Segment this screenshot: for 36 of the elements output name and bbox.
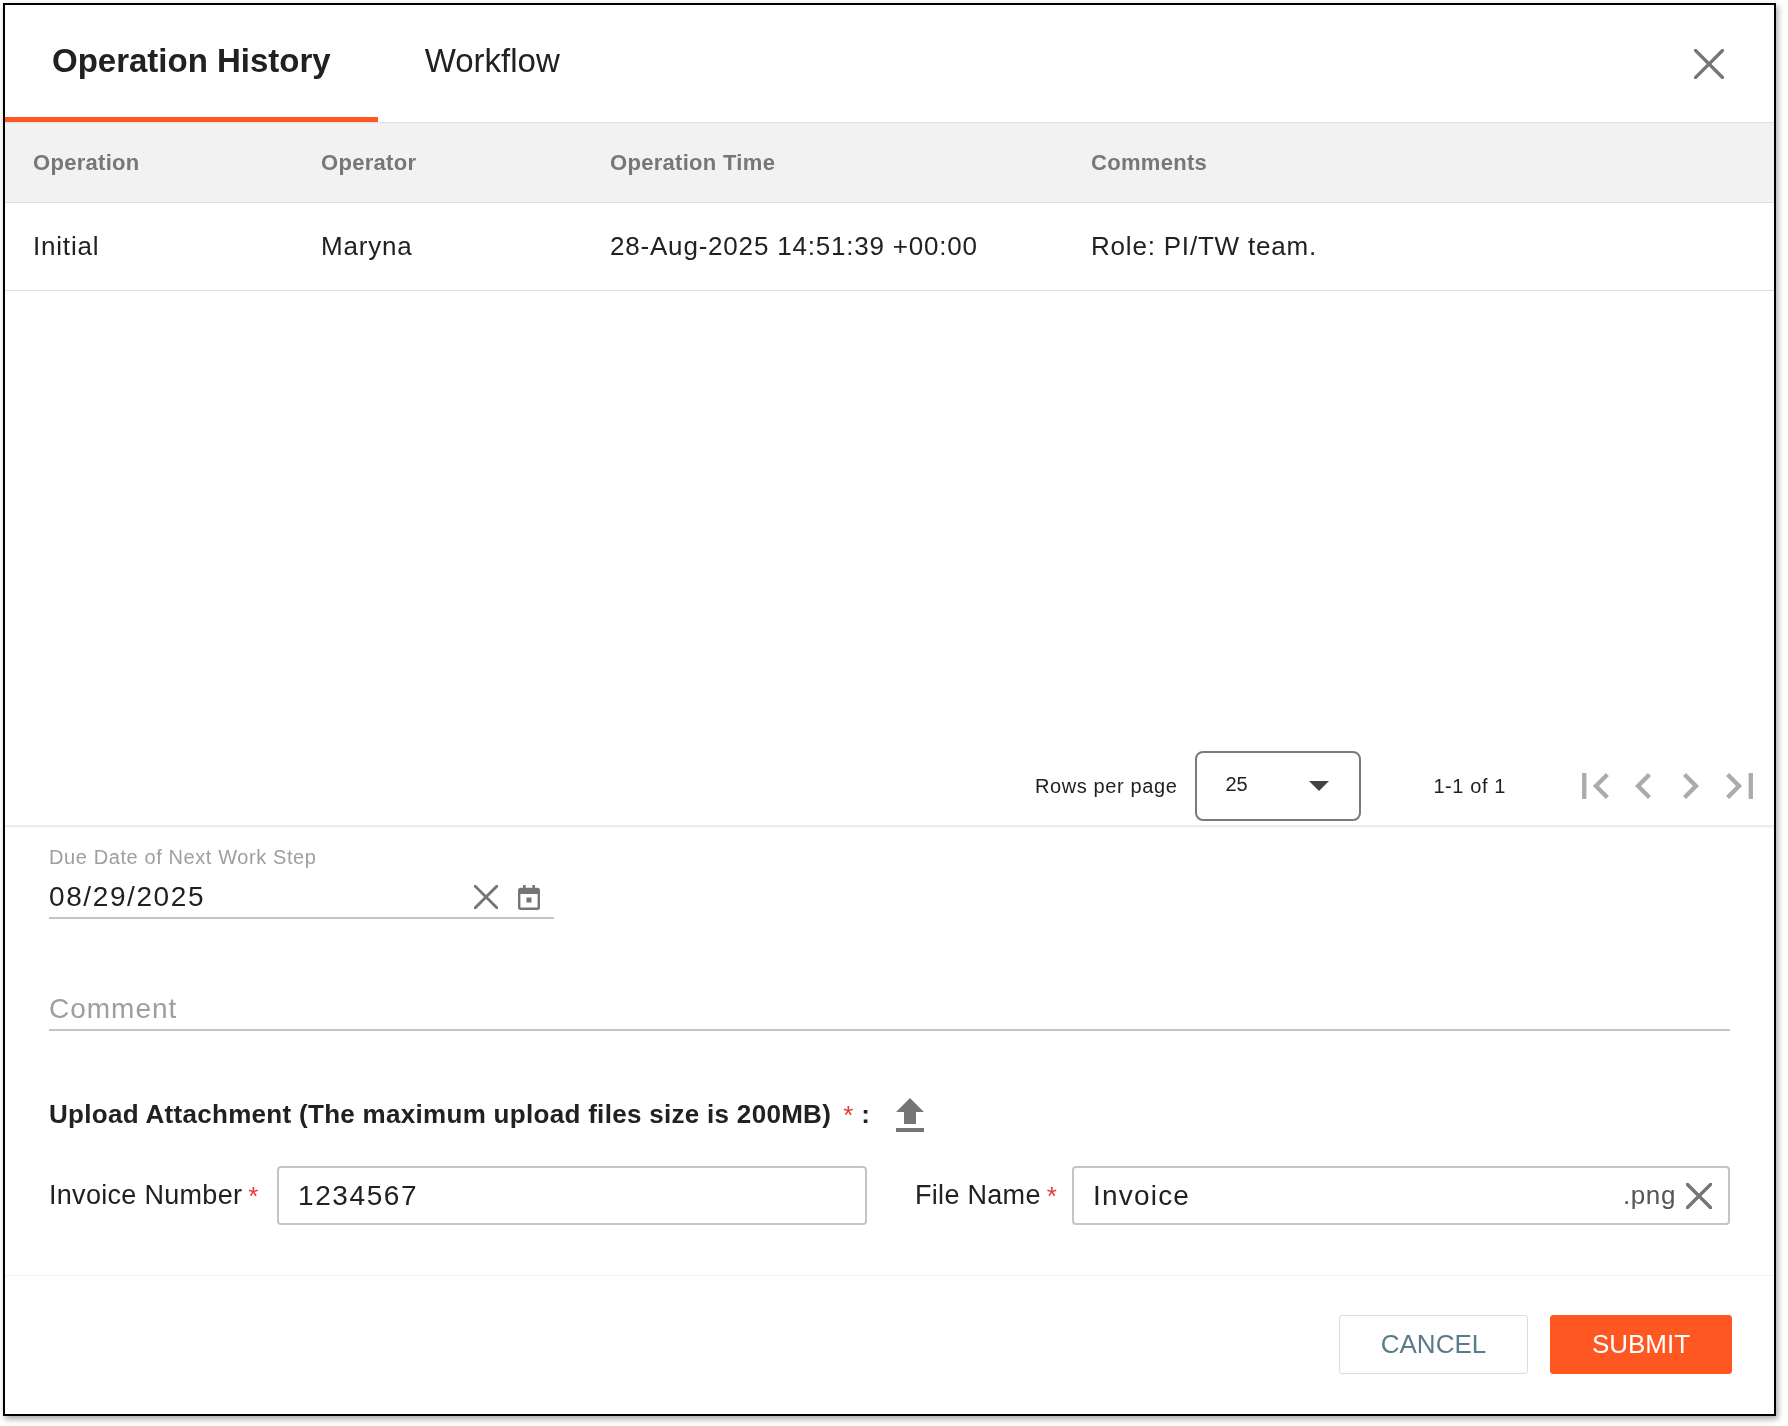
- table-cell-text: Role: PI/TW team.: [1091, 230, 1317, 263]
- clear-icon[interactable]: [474, 885, 498, 909]
- required-mark: *: [843, 1101, 854, 1128]
- rows-per-page-select[interactable]: 25: [1195, 751, 1362, 821]
- required-mark: *: [1046, 1182, 1057, 1209]
- upload-icon[interactable]: [895, 1097, 924, 1132]
- caret-down-icon: [1309, 781, 1330, 791]
- table-cell-text: Maryna: [321, 230, 413, 263]
- table-header-cell-text: Operator: [321, 149, 417, 177]
- page-range: 1-1 of 1: [1433, 774, 1506, 799]
- comment-field[interactable]: Comment: [49, 989, 1730, 1031]
- invoice-number-field[interactable]: 1234567: [277, 1166, 867, 1225]
- upload-label: Upload Attachment (The maximum upload files size is 200MB): [49, 1098, 832, 1131]
- clear-icon[interactable]: [1686, 1182, 1712, 1209]
- first-page-icon: [1581, 773, 1609, 799]
- required-mark: *: [248, 1182, 259, 1209]
- table-header-cell-text: Comments: [1091, 149, 1208, 177]
- chevron-left-icon: [1635, 773, 1651, 799]
- chevron-right-icon: [1683, 773, 1699, 799]
- table-header-cell-text: Operation: [33, 149, 140, 177]
- file-name-label: File Name: [915, 1179, 1041, 1213]
- tab[interactable]: Workflow: [377, 5, 607, 122]
- calendar-icon[interactable]: [518, 884, 540, 910]
- invoice-number-label: Invoice Number: [49, 1179, 243, 1213]
- due-date-label: Due Date of Next Work Step: [49, 845, 317, 869]
- rows-per-page-label: Rows per page: [1035, 774, 1178, 799]
- table-cell-text: 28-Aug-2025 14:51:39 +00:00: [610, 230, 978, 263]
- cancel-button[interactable]: CANCEL: [1339, 1315, 1528, 1374]
- date-field[interactable]: 08/29/2025: [49, 877, 554, 919]
- label-colon: :: [861, 1098, 870, 1131]
- table-cell-text: Initial: [33, 230, 100, 263]
- last-page-icon: [1725, 773, 1753, 799]
- table-header-cell-text: Operation Time: [610, 149, 776, 177]
- file-extension: .png: [1623, 1179, 1676, 1212]
- close-icon[interactable]: [1694, 48, 1724, 79]
- file-name-field[interactable]: Invoice .png: [1072, 1166, 1730, 1225]
